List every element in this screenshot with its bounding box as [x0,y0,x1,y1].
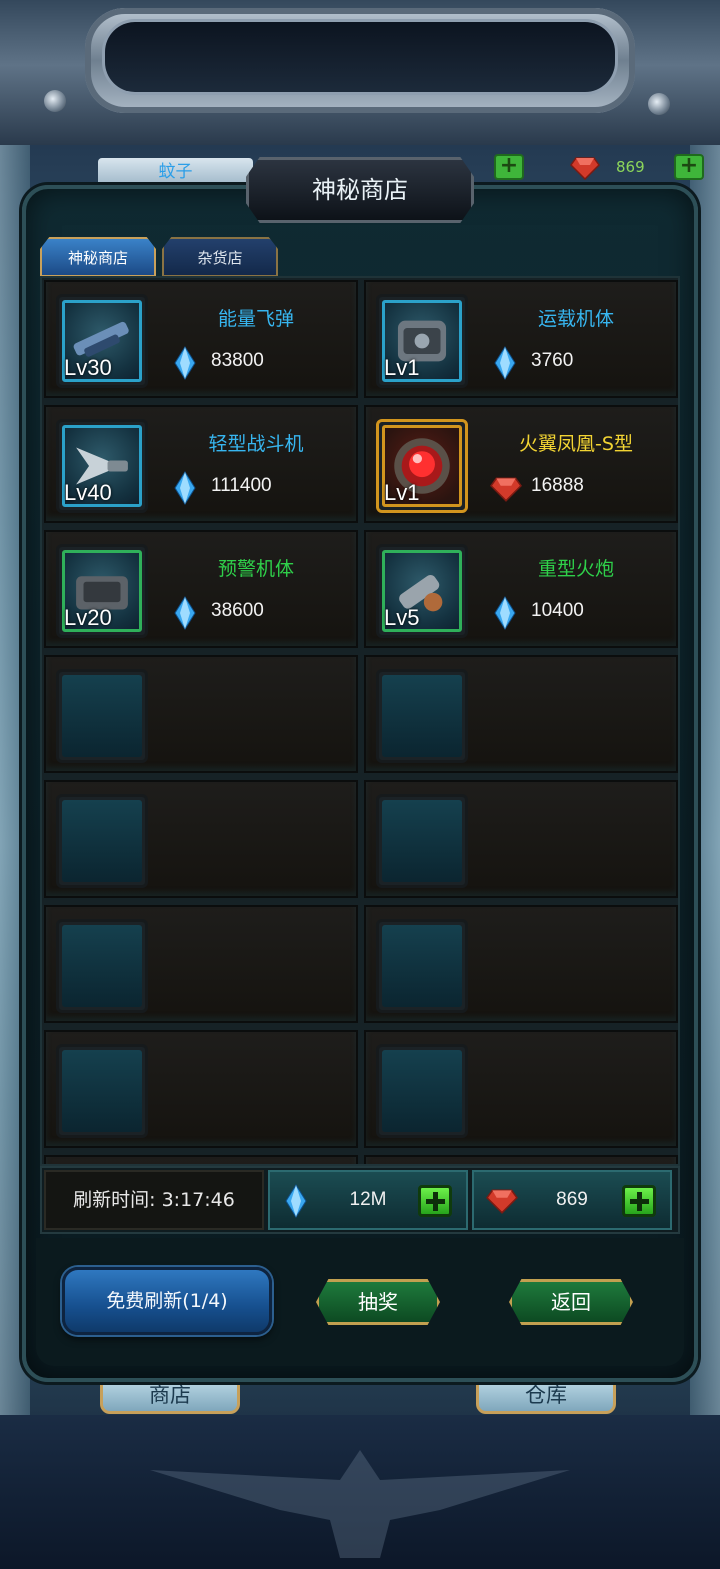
lottery-button[interactable]: 抽奖 [316,1279,440,1325]
shop-item-card[interactable]: Lv30 能量飞弹 83800 [44,280,358,398]
item-price: 38600 [211,600,264,621]
add-crystal-button[interactable] [418,1185,452,1217]
crystal-icon [494,346,516,380]
empty-slot [364,780,678,898]
nav-tab-shop[interactable]: 商店 [100,1378,240,1414]
item-price: 16888 [531,475,584,496]
tab-general-store[interactable]: 杂货店 [162,237,278,277]
empty-slot [44,780,358,898]
empty-slot [364,905,678,1023]
item-level: Lv30 [64,355,112,380]
item-icon-frame: Lv20 [56,544,148,638]
item-icon-frame: Lv1 [376,419,468,513]
eagle-emblem-icon [150,1450,570,1558]
crystal-icon [174,596,196,630]
top-add-button[interactable]: + [494,154,524,180]
item-price: 83800 [211,350,264,371]
item-icon-frame: Lv5 [376,544,468,638]
top-add-ruby-button[interactable]: + [674,154,704,180]
empty-slot [364,1155,678,1164]
empty-slot [364,1030,678,1148]
refresh-timer: 刷新时间: 3:17:46 [44,1170,264,1230]
item-level: Lv40 [64,480,112,505]
crystal-icon [494,596,516,630]
top-ruby-count: 869 [616,158,645,176]
empty-slot [44,1155,358,1164]
crystal-icon [174,471,196,505]
item-level: Lv1 [384,480,420,505]
ruby-icon [486,1189,518,1214]
empty-slot [44,655,358,773]
bolt-icon [648,93,670,115]
empty-slot [364,655,678,773]
ruby-icon [570,157,600,180]
item-price: 3760 [531,350,574,371]
shop-item-card[interactable]: Lv40 轻型战斗机 111400 [44,405,358,523]
bolt-icon [44,90,66,112]
empty-slot [44,905,358,1023]
top-banner-screen [105,22,615,92]
item-icon-frame: Lv40 [56,419,148,513]
crystal-icon [174,346,196,380]
item-icon-frame: Lv1 [376,294,468,388]
shop-item-card[interactable]: Lv20 预警机体 38600 [44,530,358,648]
ruby-icon [490,477,522,502]
item-level: Lv20 [64,605,112,630]
nav-tab-warehouse[interactable]: 仓库 [476,1378,616,1414]
crystal-amount: 12M [349,1189,387,1210]
item-name: 预警机体 [217,558,294,580]
back-button[interactable]: 返回 [509,1279,633,1325]
player-name[interactable]: 蚊子 [98,158,253,186]
free-refresh-button[interactable]: 免费刷新(1/4) [62,1267,272,1335]
item-level: Lv5 [384,605,420,630]
shop-item-card[interactable]: Lv5 重型火炮 10400 [364,530,678,648]
item-name: 重型火炮 [537,558,614,580]
shop-item-card[interactable]: Lv1 火翼凤凰-S型 16888 [364,405,678,523]
ruby-amount: 869 [556,1189,588,1210]
crystal-balance: 12M [268,1170,468,1230]
page-title: 神秘商店 [312,176,408,204]
ruby-balance: 869 [472,1170,672,1230]
shop-item-card[interactable]: Lv1 运载机体 3760 [364,280,678,398]
item-level: Lv1 [384,355,420,380]
item-grid: Lv30 能量飞弹 83800 Lv1 运载机体 3760 Lv40 轻型战斗机… [40,276,680,1166]
item-price: 111400 [211,475,272,496]
item-price: 10400 [531,600,584,621]
tab-mystery-shop[interactable]: 神秘商店 [40,237,156,277]
crystal-icon [285,1184,307,1218]
item-name: 能量飞弹 [217,308,294,330]
item-name: 运载机体 [537,308,614,330]
item-name: 火翼凤凰-S型 [519,433,633,455]
add-ruby-button[interactable] [622,1185,656,1217]
item-name: 轻型战斗机 [208,433,304,455]
item-icon-frame: Lv30 [56,294,148,388]
empty-slot [44,1030,358,1148]
